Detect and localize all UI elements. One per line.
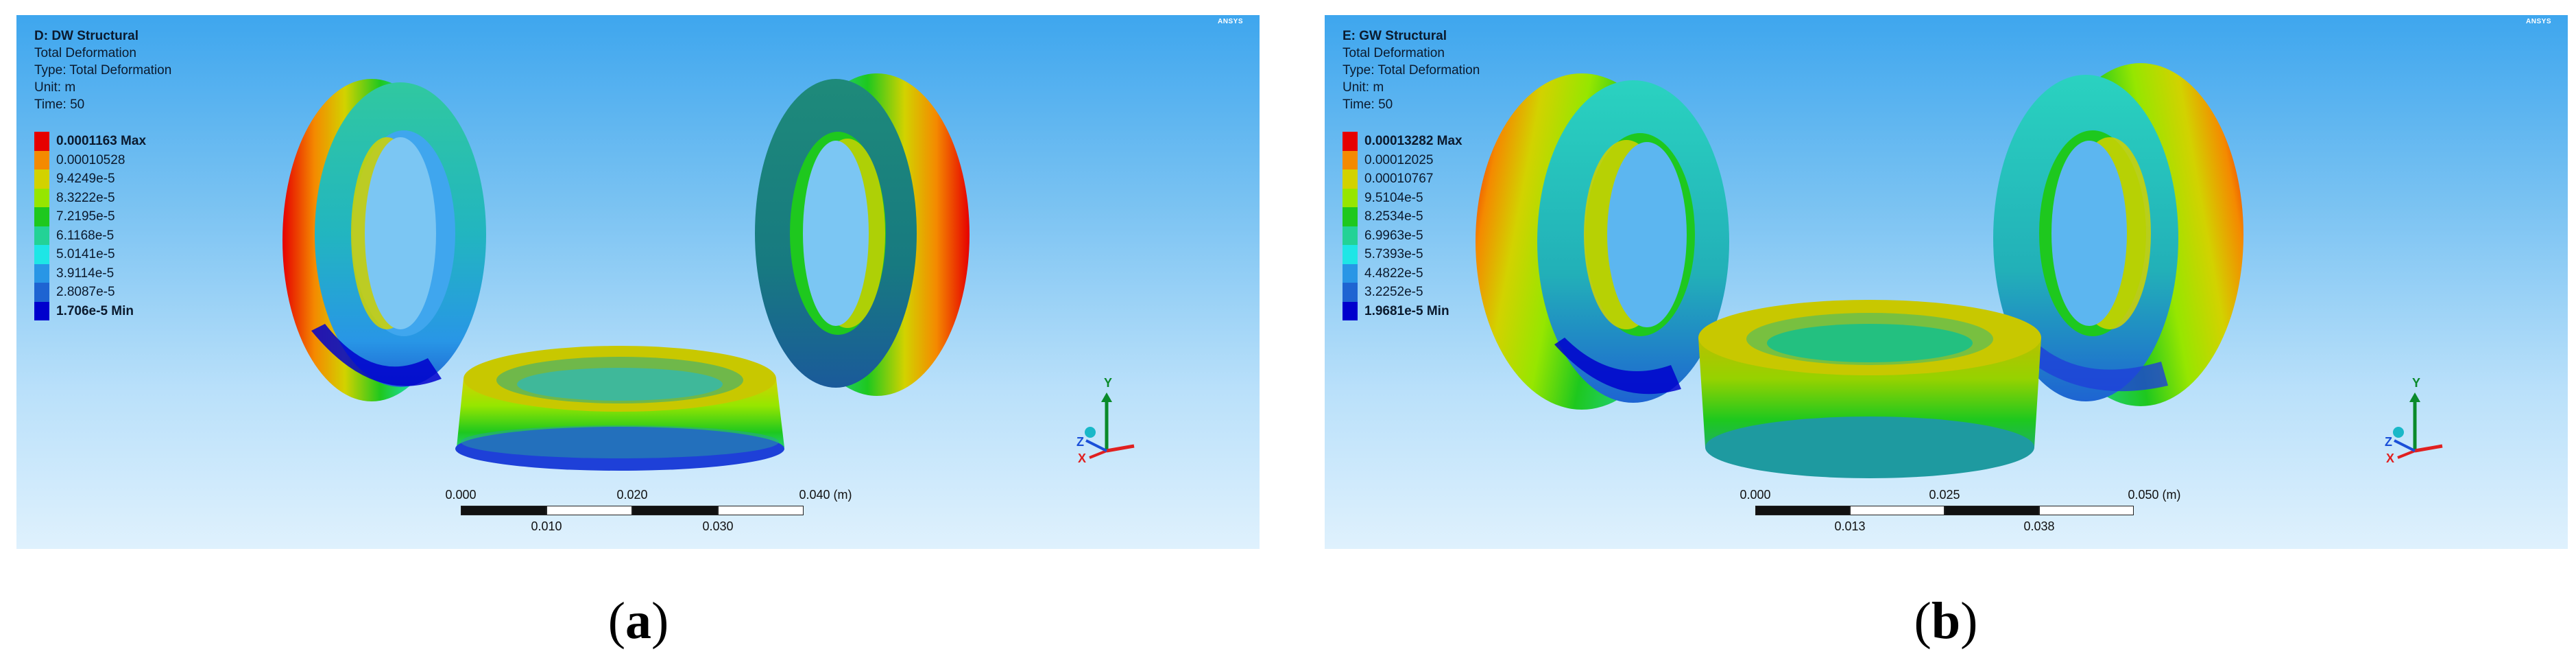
y-axis-label: Y — [2412, 376, 2420, 390]
raceway-bearing — [455, 346, 784, 471]
scale-bar: 0.000 0.020 0.040 (m) 0.010 0.030 — [445, 488, 852, 547]
right-roller-ring — [755, 73, 970, 396]
scale-label: 0.000 — [1740, 488, 1771, 502]
scale-segment — [1755, 506, 1850, 515]
y-axis-arrow — [2409, 392, 2420, 402]
scale-segment — [546, 506, 632, 515]
viewport-panel-b[interactable]: E: GW Structural Total Deformation Type:… — [1325, 15, 2568, 549]
scale-label: 0.038 — [2023, 519, 2055, 533]
x-axis-line — [1106, 444, 1135, 453]
scale-label: 0.025 — [1929, 488, 1960, 502]
left-roller-ring — [282, 79, 486, 401]
scale-segment — [718, 506, 804, 515]
scale-label: 0.010 — [531, 519, 562, 533]
x-axis-line — [2414, 444, 2443, 453]
scale-segment — [2039, 506, 2134, 515]
coordinate-triad: Y Z X — [2385, 376, 2443, 465]
z-axis-label: Z — [2385, 435, 2392, 449]
scale-segment — [1945, 506, 2039, 515]
scale-segment — [632, 506, 718, 515]
scale-label: 0.040 (m) — [799, 488, 852, 502]
x-axis-label: X — [2386, 451, 2394, 465]
z-axis-line — [1085, 439, 1107, 452]
left-roller-ring — [1476, 73, 1729, 410]
y-axis-arrow — [1101, 392, 1112, 402]
z-axis-line — [2394, 439, 2416, 452]
scale-segment — [1850, 506, 1945, 515]
scale-bar: 0.000 0.025 0.050 (m) 0.013 0.038 — [1740, 488, 2180, 547]
z-axis-label: Z — [1076, 435, 1084, 449]
coordinate-triad: Y Z X — [1076, 376, 1135, 465]
scale-label: 0.050 (m) — [2128, 488, 2181, 502]
triad-center-sphere — [2393, 427, 2404, 438]
scale-label: 0.000 — [445, 488, 477, 502]
raceway-bearing — [1698, 300, 2041, 478]
scale-label: 0.030 — [702, 519, 734, 533]
y-axis-label: Y — [1104, 376, 1112, 390]
viewport-panel-a[interactable]: D: DW Structural Total Deformation Type:… — [16, 15, 1260, 549]
caption-a: (a) — [607, 592, 669, 650]
caption-b: (b) — [1914, 592, 1978, 650]
scale-label: 0.020 — [616, 488, 648, 502]
x-axis-label: X — [1078, 451, 1086, 465]
scale-segment — [461, 506, 546, 515]
triad-center-sphere — [1085, 427, 1096, 438]
scale-label: 0.013 — [1834, 519, 1866, 533]
